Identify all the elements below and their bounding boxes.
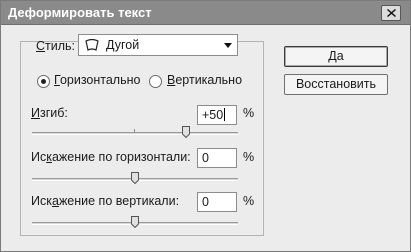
h-distortion-slider-thumb[interactable]	[131, 172, 139, 184]
title-bar[interactable]: Деформировать текст	[1, 1, 410, 25]
ok-button[interactable]: Да	[284, 46, 388, 67]
text-cursor	[224, 108, 226, 121]
chevron-down-icon	[224, 43, 232, 48]
close-button[interactable]	[381, 5, 401, 21]
bend-slider-thumb[interactable]	[182, 126, 190, 138]
v-distortion-slider[interactable]	[32, 216, 238, 228]
style-label: Стиль:	[36, 39, 76, 53]
bend-unit: %	[243, 106, 255, 120]
radio-vertical-label[interactable]: Вертикально	[167, 73, 242, 87]
reset-button[interactable]: Восстановить	[284, 74, 388, 95]
close-icon	[387, 9, 396, 17]
bend-slider[interactable]	[32, 126, 238, 138]
v-distortion-unit: %	[243, 194, 255, 208]
radio-vertical[interactable]	[149, 75, 162, 88]
h-distortion-unit: %	[243, 150, 255, 164]
h-distortion-input[interactable]: 0	[197, 148, 237, 168]
slider-center-tick	[134, 129, 135, 133]
h-distortion-slider[interactable]	[32, 172, 238, 184]
style-select-value: Дугой	[106, 38, 140, 52]
radio-selected-dot	[41, 79, 46, 84]
bend-value: +50	[202, 108, 224, 122]
window-title: Деформировать текст	[8, 5, 152, 20]
bend-input[interactable]: +50	[197, 105, 237, 125]
v-distortion-slider-thumb[interactable]	[131, 216, 139, 228]
radio-horizontal[interactable]	[37, 75, 50, 88]
v-distortion-input[interactable]: 0	[197, 192, 237, 212]
arc-style-icon	[85, 39, 99, 51]
v-distortion-label: Искажение по вертикали:	[31, 194, 180, 208]
bend-label: Изгиб:	[31, 106, 68, 120]
style-select[interactable]: Дугой	[78, 34, 238, 56]
radio-horizontal-label[interactable]: Горизонтально	[54, 73, 140, 87]
h-distortion-label: Искажение по горизонтали:	[31, 150, 191, 164]
warp-text-dialog: Деформировать текст Стиль: Дугой Горизон…	[0, 0, 411, 252]
